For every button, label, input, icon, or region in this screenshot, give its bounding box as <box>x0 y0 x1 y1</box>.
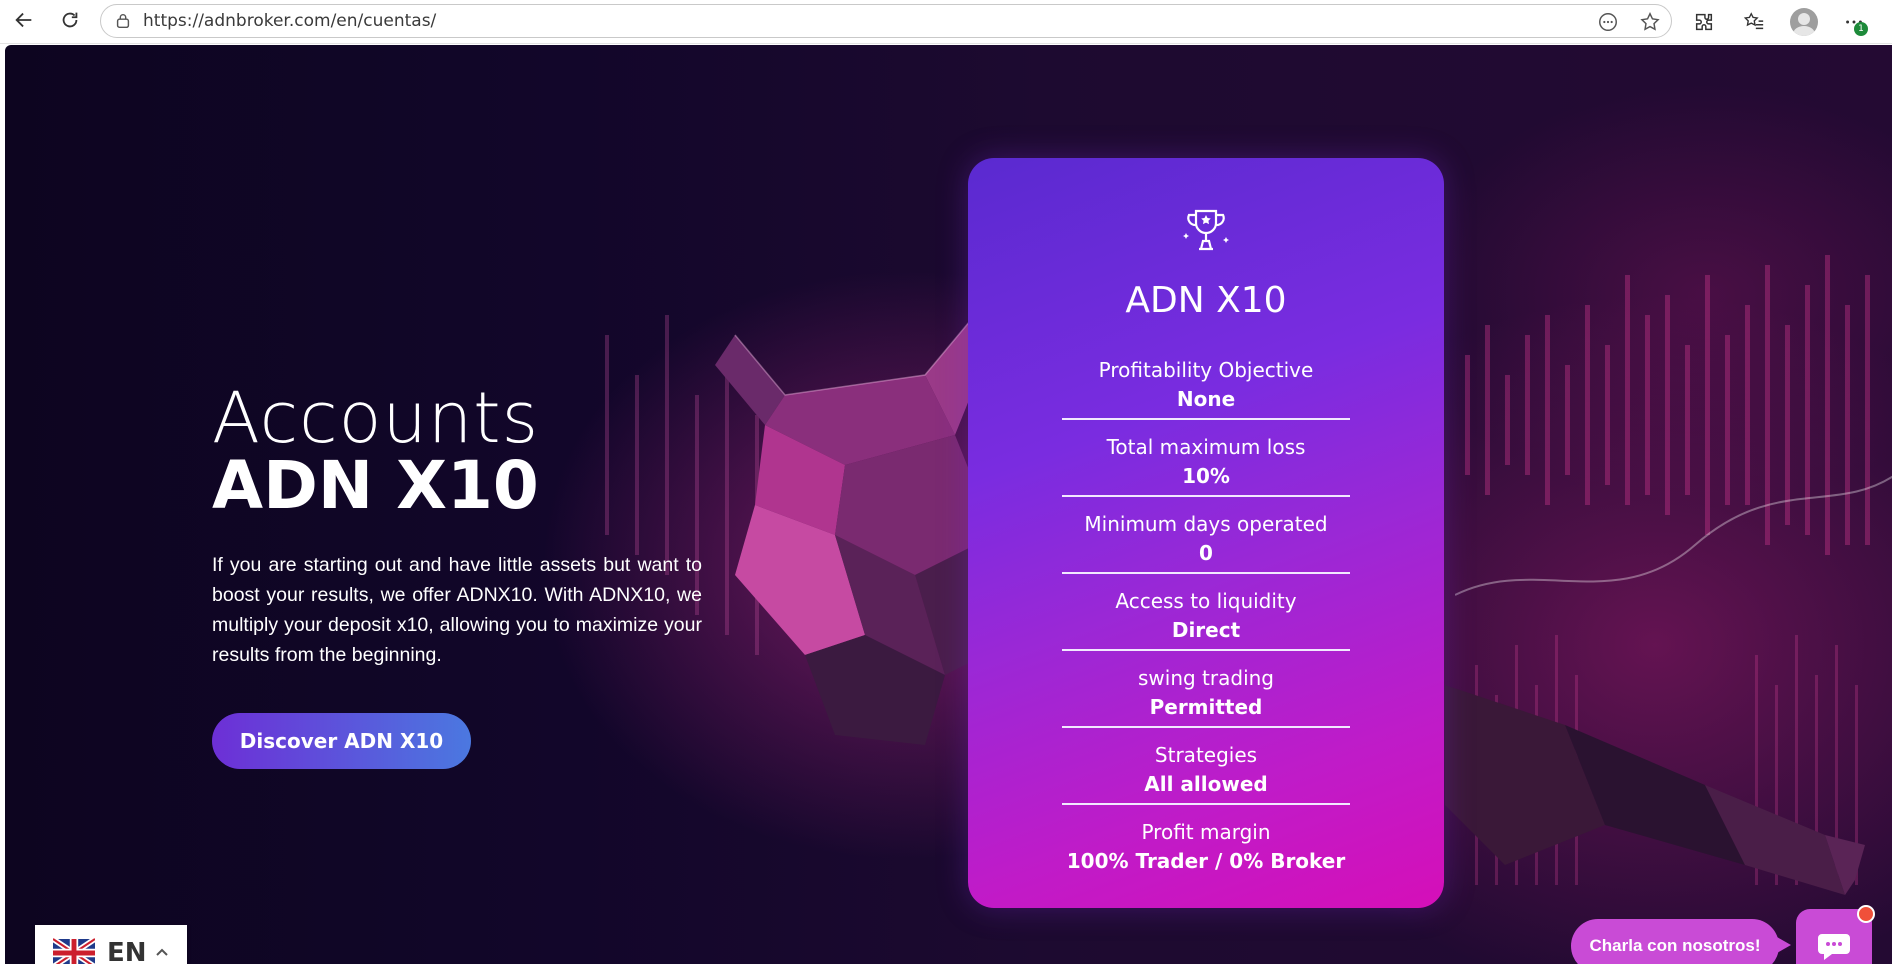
feature-label: swing trading <box>1137 666 1274 690</box>
discover-button[interactable]: Discover ADN X10 <box>212 713 471 769</box>
address-bar[interactable]: https://adnbroker.com/en/cuentas/ <box>100 4 1672 38</box>
feature-value: None <box>1176 387 1236 411</box>
feature-label: Profitability Objective <box>1098 358 1314 382</box>
feature-item: swing trading Permitted <box>1062 664 1350 722</box>
feature-value: Permitted <box>1149 695 1263 719</box>
profile-avatar[interactable] <box>1784 2 1824 42</box>
feature-value: 100% Trader / 0% Broker <box>1066 849 1346 873</box>
trophy-icon <box>1183 209 1229 251</box>
bull-body-illustration <box>1445 685 1865 895</box>
extensions-icon[interactable] <box>1684 2 1724 42</box>
feature-item: Minimum days operated 0 <box>1062 510 1350 568</box>
back-icon[interactable] <box>4 0 44 40</box>
hero-description: If you are starting out and have little … <box>212 554 702 666</box>
feature-item: Total maximum loss 10% <box>1062 433 1350 491</box>
feature-item: Strategies All allowed <box>1062 741 1350 799</box>
chat-notification-dot <box>1857 905 1875 923</box>
site-info-icon[interactable] <box>113 11 133 31</box>
account-card: ADN X10 Profitability Objective None Tot… <box>968 158 1444 908</box>
feature-item: Access to liquidity Direct <box>1062 587 1350 645</box>
chat-icon <box>1818 934 1850 960</box>
reload-icon[interactable] <box>50 0 90 40</box>
language-code: EN <box>107 938 147 964</box>
reading-mode-icon[interactable] <box>1595 9 1621 35</box>
feature-label: Total maximum loss <box>1106 435 1306 459</box>
chat-prompt-bubble[interactable]: Charla con nosotros! <box>1571 919 1791 964</box>
divider <box>1062 649 1350 651</box>
feature-value: All allowed <box>1144 772 1268 796</box>
feature-label: Minimum days operated <box>1084 512 1328 536</box>
favorite-star-icon[interactable] <box>1637 9 1663 35</box>
browser-toolbar: https://adnbroker.com/en/cuentas/ 1 <box>0 0 1892 44</box>
card-title: ADN X10 <box>1125 280 1287 321</box>
uk-flag-icon <box>53 937 95 964</box>
page-title: Accounts <box>212 377 540 459</box>
divider <box>1062 726 1350 728</box>
divider <box>1062 572 1350 574</box>
notification-badge: 1 <box>1854 22 1868 36</box>
feature-value: 0 <box>1199 541 1213 565</box>
chevron-up-icon <box>155 948 168 956</box>
feature-value: Direct <box>1171 618 1241 642</box>
hero-section: Accounts ADN X10 If you are starting out… <box>5 45 1892 964</box>
url-text[interactable]: https://adnbroker.com/en/cuentas/ <box>143 11 436 31</box>
favorites-list-icon[interactable] <box>1734 2 1774 42</box>
feature-item: Profitability Objective None <box>1062 356 1350 414</box>
divider <box>1062 495 1350 497</box>
feature-label: Strategies <box>1154 743 1258 767</box>
feature-value: 10% <box>1182 464 1230 488</box>
page-subtitle: ADN X10 <box>212 447 539 524</box>
divider <box>1062 418 1350 420</box>
feature-item: Profit margin 100% Trader / 0% Broker <box>1028 818 1384 876</box>
feature-label: Profit margin <box>1141 820 1271 844</box>
divider <box>1062 803 1350 805</box>
feature-label: Access to liquidity <box>1115 589 1297 613</box>
more-menu-icon[interactable]: 1 <box>1834 2 1874 42</box>
language-selector[interactable]: EN <box>35 925 187 964</box>
